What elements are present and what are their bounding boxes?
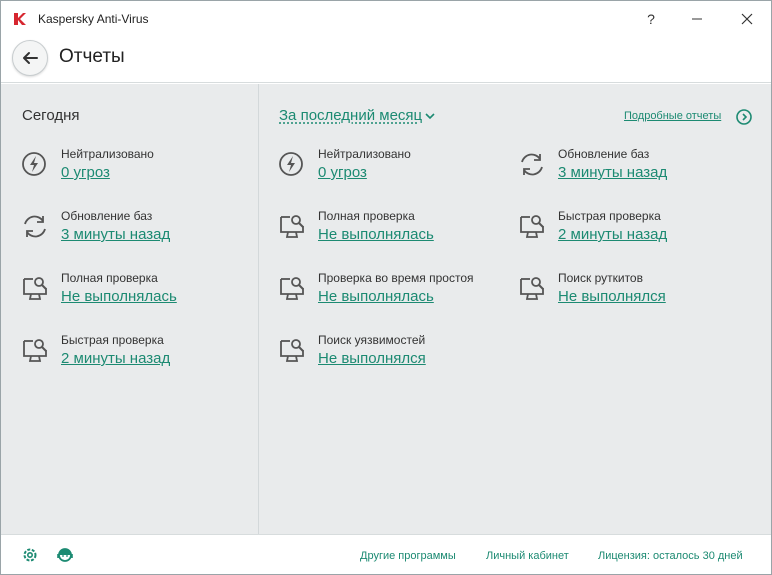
period-dropdown[interactable]: За последний месяц <box>279 107 435 124</box>
minimize-button[interactable] <box>674 1 720 37</box>
item-value-link[interactable]: 2 минуты назад <box>558 226 667 243</box>
month-full-scan: Полная проверка Не выполнялась <box>278 209 508 259</box>
item-label: Полная проверка <box>61 271 158 285</box>
item-value-link[interactable]: 3 минуты назад <box>558 164 667 181</box>
arrow-right-circle-icon[interactable] <box>736 109 752 125</box>
refresh-icon <box>521 153 543 176</box>
refresh-icon <box>24 215 46 238</box>
item-value-link[interactable]: 3 минуты назад <box>61 226 170 243</box>
chevron-down-icon <box>425 113 435 120</box>
today-db-update: Обновление баз 3 минуты назад <box>21 209 251 259</box>
item-value-link[interactable]: 2 минуты назад <box>61 350 170 367</box>
item-value-link[interactable]: Не выполнялась <box>318 226 434 243</box>
month-rootkit-scan: Поиск руткитов Не выполнялся <box>518 271 748 321</box>
close-icon <box>741 13 753 25</box>
support-agent-icon[interactable] <box>56 546 74 564</box>
title-bar: Kaspersky Anti-Virus ? <box>1 1 771 37</box>
item-label: Поиск уязвимостей <box>318 333 426 347</box>
minimize-icon <box>692 18 702 20</box>
month-db-update: Обновление баз 3 минуты назад <box>518 147 748 197</box>
license-link[interactable]: Лицензия: осталось 30 дней <box>598 550 743 562</box>
app-window: Kaspersky Anti-Virus ? Отчеты Сегодня За… <box>0 0 772 575</box>
monitor-scan-icon <box>280 277 304 300</box>
item-value-link[interactable]: 0 угроз <box>61 164 110 181</box>
kaspersky-logo-icon <box>14 13 26 25</box>
item-value-link[interactable]: 0 угроз <box>318 164 367 181</box>
page-header: Отчеты <box>1 37 771 83</box>
monitor-scan-icon <box>520 277 544 300</box>
today-neutralized: Нейтрализовано 0 угроз <box>21 147 251 197</box>
back-button[interactable] <box>12 40 48 76</box>
lightning-icon <box>279 152 303 176</box>
monitor-scan-icon <box>23 277 47 300</box>
column-divider <box>258 84 259 534</box>
item-label: Нейтрализовано <box>318 147 411 161</box>
monitor-scan-icon <box>520 215 544 238</box>
page-title: Отчеты <box>59 46 125 67</box>
month-neutralized: Нейтрализовано 0 угроз <box>278 147 508 197</box>
item-label: Обновление баз <box>558 147 650 161</box>
item-label: Поиск руткитов <box>558 271 643 285</box>
other-programs-link[interactable]: Другие программы <box>360 550 456 562</box>
item-value-link[interactable]: Не выполнялся <box>558 288 666 305</box>
period-label: За последний месяц <box>279 107 423 124</box>
window-title: Kaspersky Anti-Virus <box>38 12 149 26</box>
item-label: Проверка во время простоя <box>318 271 474 285</box>
item-label: Полная проверка <box>318 209 415 223</box>
monitor-scan-icon <box>280 215 304 238</box>
item-label: Нейтрализовано <box>61 147 154 161</box>
month-vulnerability-scan: Поиск уязвимостей Не выполнялся <box>278 333 508 383</box>
footer-bar: Другие программы Личный кабинет Лицензия… <box>1 534 771 574</box>
reports-content: Сегодня За последний месяц Подробные отч… <box>1 84 771 534</box>
monitor-scan-icon <box>280 339 304 362</box>
item-value-link[interactable]: Не выполнялась <box>61 288 177 305</box>
detailed-reports-link[interactable]: Подробные отчеты <box>624 110 721 122</box>
arrow-left-icon <box>23 52 38 64</box>
close-button[interactable] <box>724 1 770 37</box>
today-full-scan: Полная проверка Не выполнялась <box>21 271 251 321</box>
item-label: Быстрая проверка <box>61 333 164 347</box>
my-account-link[interactable]: Личный кабинет <box>486 550 569 562</box>
gear-icon[interactable] <box>21 546 39 564</box>
item-value-link[interactable]: Не выполнялась <box>318 288 434 305</box>
lightning-icon <box>22 152 46 176</box>
today-quick-scan: Быстрая проверка 2 минуты назад <box>21 333 251 383</box>
month-quick-scan: Быстрая проверка 2 минуты назад <box>518 209 748 259</box>
item-label: Быстрая проверка <box>558 209 661 223</box>
month-idle-scan: Проверка во время простоя Не выполнялась <box>278 271 508 321</box>
monitor-scan-icon <box>23 339 47 362</box>
help-button[interactable]: ? <box>628 1 674 37</box>
item-label: Обновление баз <box>61 209 153 223</box>
item-value-link[interactable]: Не выполнялся <box>318 350 426 367</box>
today-title: Сегодня <box>22 107 80 124</box>
